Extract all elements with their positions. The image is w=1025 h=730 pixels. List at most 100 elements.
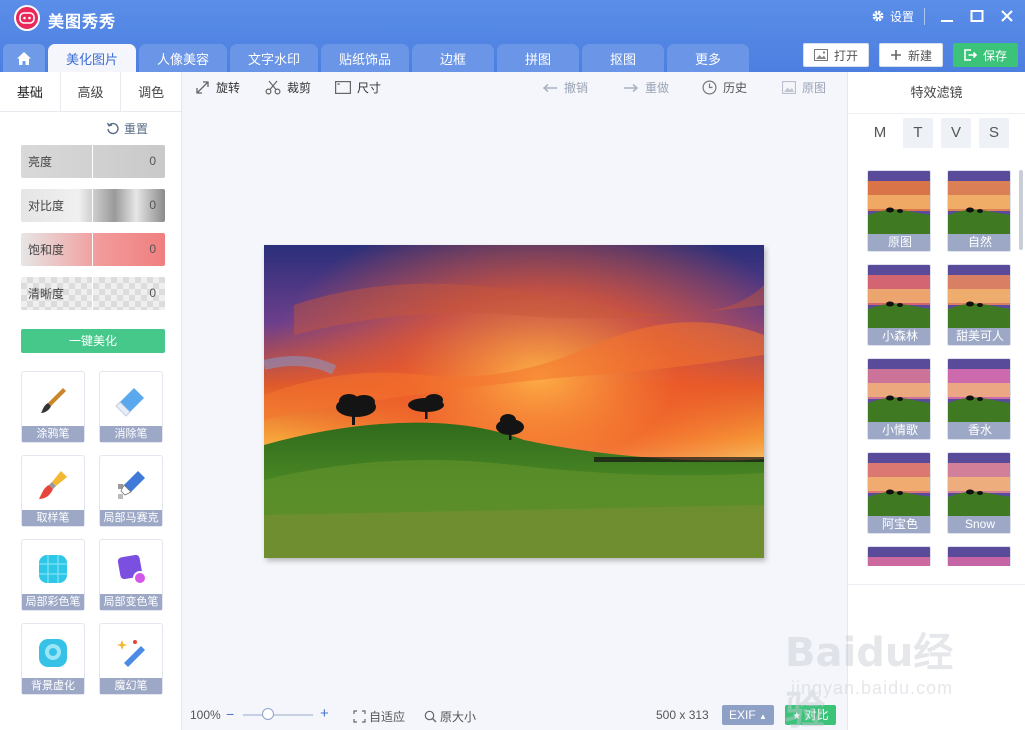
color-pen-icon	[39, 555, 67, 583]
filter-tab-s[interactable]: S	[979, 118, 1009, 148]
close-button[interactable]	[999, 6, 1015, 26]
undo-label: 撤销	[564, 81, 589, 95]
tab-beautify[interactable]: 美化图片	[48, 44, 137, 72]
file-actions: 打开 新建 保存	[802, 43, 1018, 67]
filter-thumbnail[interactable]: 原图	[867, 170, 931, 252]
zoom-out-button[interactable]: −	[226, 706, 234, 722]
rotate-button[interactable]: 旋转	[195, 79, 240, 96]
local-color-pen-tool[interactable]: 局部彩色笔	[21, 539, 85, 611]
brightness-slider[interactable]: 亮度 0	[21, 145, 165, 178]
fit-button[interactable]: 自适应	[353, 708, 405, 725]
sharpness-value: 0	[92, 277, 165, 310]
original-image-icon	[782, 81, 796, 94]
maximize-button[interactable]	[969, 6, 985, 26]
tab-home[interactable]	[3, 44, 45, 72]
gear-icon	[872, 10, 884, 22]
open-button[interactable]: 打开	[802, 43, 869, 67]
background-blur-tool[interactable]: 背景虚化	[21, 623, 85, 695]
filter-thumbnail[interactable]: 香水	[947, 358, 1011, 440]
filter-preview-image	[948, 547, 1010, 566]
panel-divider	[848, 584, 1025, 585]
title-bar: 美图秀秀 设置 美化图片 人像美容 文字水印 贴纸饰品 边框 拼图 抠图 更多 …	[0, 0, 1025, 72]
contrast-value: 0	[92, 189, 165, 222]
edit-toolbar: 旋转 裁剪 尺寸 撤销 重做 历史 原图	[183, 72, 847, 102]
compare-button[interactable]: ★ 对比	[785, 705, 836, 725]
zoom-percent: 100%	[190, 708, 221, 722]
resize-icon	[335, 81, 351, 94]
local-recolor-pen-tool[interactable]: 局部变色笔	[99, 539, 163, 611]
eraser-pen-tool[interactable]: 消除笔	[99, 371, 163, 443]
rotate-label: 旋转	[216, 81, 241, 95]
tab-frames[interactable]: 边框	[412, 44, 495, 72]
filter-label: 阿宝色	[868, 516, 930, 533]
zoom-in-button[interactable]: +	[320, 705, 329, 722]
reset-label: 重置	[124, 122, 149, 136]
magic-wand-icon	[116, 640, 145, 667]
contrast-slider[interactable]: 对比度 0	[21, 189, 165, 222]
sample-pen-label: 取样笔	[22, 510, 84, 526]
size-button[interactable]: 尺寸	[335, 79, 381, 96]
doodle-pen-label: 涂鸦笔	[22, 426, 84, 442]
crop-button[interactable]: 裁剪	[265, 79, 311, 96]
sharpness-slider[interactable]: 清晰度 0	[21, 277, 165, 310]
filter-tab-t[interactable]: T	[903, 118, 933, 148]
subtab-color[interactable]: 调色	[121, 72, 181, 111]
local-mosaic-tool[interactable]: 局部马赛克	[99, 455, 163, 527]
actual-size-label: 原大小	[440, 710, 477, 724]
settings-button[interactable]: 设置	[871, 7, 925, 25]
brightness-value: 0	[92, 145, 165, 178]
redo-button[interactable]: 重做	[623, 79, 669, 96]
zoom-slider-handle[interactable]	[261, 708, 274, 720]
auto-beautify-button[interactable]: 一键美化	[21, 329, 165, 353]
filter-tab-v[interactable]: V	[941, 118, 971, 148]
exif-button[interactable]: EXIF ▲	[722, 705, 774, 725]
filter-thumbnail[interactable]: 阿宝色	[867, 452, 931, 534]
subtab-basic[interactable]: 基础	[0, 72, 61, 111]
tab-portrait[interactable]: 人像美容	[139, 44, 228, 72]
filter-thumbnail[interactable]: 甜美可人	[947, 264, 1011, 346]
scissors-icon	[265, 80, 281, 95]
undo-button[interactable]: 撤销	[542, 79, 588, 96]
filter-thumbnail[interactable]: 小森林	[867, 264, 931, 346]
history-button[interactable]: 历史	[702, 79, 747, 96]
new-button[interactable]: 新建	[878, 43, 943, 67]
history-label: 历史	[723, 81, 748, 95]
zoom-slider-track[interactable]	[243, 714, 313, 716]
save-button[interactable]: 保存	[952, 43, 1018, 67]
photo-canvas[interactable]	[264, 245, 764, 558]
saturation-slider[interactable]: 饱和度 0	[21, 233, 165, 266]
filter-preview-image	[868, 453, 930, 517]
tab-stickers[interactable]: 贴纸饰品	[321, 44, 410, 72]
sharpness-label: 清晰度	[28, 287, 65, 301]
filter-thumbnail[interactable]: 自然	[947, 170, 1011, 252]
tab-cutout[interactable]: 抠图	[582, 44, 665, 72]
filter-preview-image	[868, 547, 930, 566]
reset-button[interactable]: 重置	[106, 120, 148, 137]
tab-more[interactable]: 更多	[667, 44, 750, 72]
background-blur-label: 背景虚化	[22, 678, 84, 694]
filter-label: 小情歌	[868, 422, 930, 439]
tab-collage[interactable]: 拼图	[497, 44, 580, 72]
filter-thumbnail[interactable]	[947, 546, 1011, 566]
original-button[interactable]: 原图	[782, 79, 826, 96]
actual-size-button[interactable]: 原大小	[424, 708, 476, 725]
redo-label: 重做	[645, 81, 670, 95]
saturation-value: 0	[92, 233, 165, 266]
doodle-pen-tool[interactable]: 涂鸦笔	[21, 371, 85, 443]
filter-thumbnail[interactable]	[867, 546, 931, 566]
filter-scrollbar[interactable]	[1019, 170, 1023, 250]
exif-label: EXIF	[729, 708, 756, 722]
filter-thumbnail[interactable]: Snow	[947, 452, 1011, 534]
subtab-advanced[interactable]: 高级	[61, 72, 122, 111]
sample-pen-tool[interactable]: 取样笔	[21, 455, 85, 527]
compare-label: 对比	[804, 708, 829, 722]
minimize-button[interactable]	[939, 6, 955, 26]
magic-pen-tool[interactable]: 魔幻笔	[99, 623, 163, 695]
clock-icon	[702, 80, 717, 95]
close-icon	[1001, 10, 1013, 22]
settings-label: 设置	[889, 9, 914, 24]
tab-text-watermark[interactable]: 文字水印	[230, 44, 319, 72]
filter-thumbnail[interactable]: 小情歌	[867, 358, 931, 440]
image-icon	[813, 49, 828, 61]
filter-tab-m[interactable]: M	[865, 118, 895, 148]
